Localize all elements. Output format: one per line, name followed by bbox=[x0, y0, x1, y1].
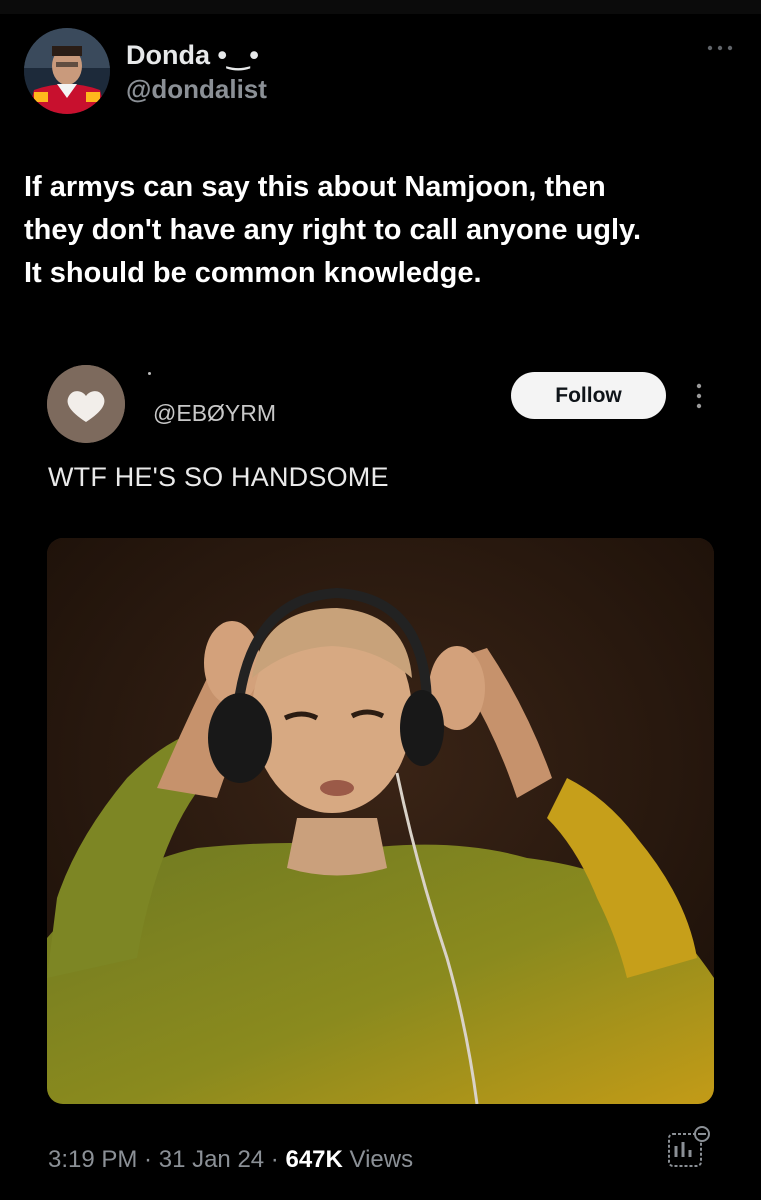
status-bar-strip bbox=[0, 0, 761, 14]
author-display-name: Donda bbox=[126, 40, 210, 70]
more-vertical-icon[interactable] bbox=[691, 380, 707, 412]
heart-icon bbox=[47, 365, 125, 443]
embedded-handle: @EBØYRM bbox=[153, 400, 277, 426]
author-avatar[interactable] bbox=[24, 28, 110, 114]
tweet-text: If armys can say this about Namjoon, the… bbox=[24, 166, 744, 295]
meta-separator: · bbox=[264, 1146, 286, 1173]
tweet-line: It should be common knowledge. bbox=[24, 257, 482, 289]
views-label: Views bbox=[342, 1146, 414, 1173]
post-date[interactable]: 31 Jan 24 bbox=[159, 1146, 264, 1173]
meta-separator: · bbox=[137, 1146, 159, 1173]
embedded-name-dot bbox=[148, 372, 151, 375]
post-photo[interactable] bbox=[47, 538, 714, 1104]
post-time[interactable]: 3:19 PM bbox=[48, 1146, 137, 1173]
author-handle[interactable]: @dondalist bbox=[126, 74, 267, 105]
more-horizontal-icon[interactable] bbox=[705, 38, 739, 58]
author-name[interactable]: Donda •‿• bbox=[126, 40, 259, 71]
tweet-line: If armys can say this about Namjoon, the… bbox=[24, 171, 606, 203]
follow-button[interactable]: Follow bbox=[511, 372, 666, 419]
views-count: 647K bbox=[285, 1146, 343, 1173]
author-name-emoticon: •‿• bbox=[210, 40, 259, 70]
analytics-icon[interactable] bbox=[664, 1122, 714, 1172]
embedded-post-text: WTF HE'S SO HANDSOME bbox=[48, 462, 389, 492]
tweet-line: they don't have any right to call anyone… bbox=[24, 214, 642, 246]
avatar-photo bbox=[24, 28, 110, 114]
embedded-avatar bbox=[47, 365, 125, 443]
post-meta: 3:19 PM · 31 Jan 24 · 647K Views bbox=[48, 1146, 413, 1174]
